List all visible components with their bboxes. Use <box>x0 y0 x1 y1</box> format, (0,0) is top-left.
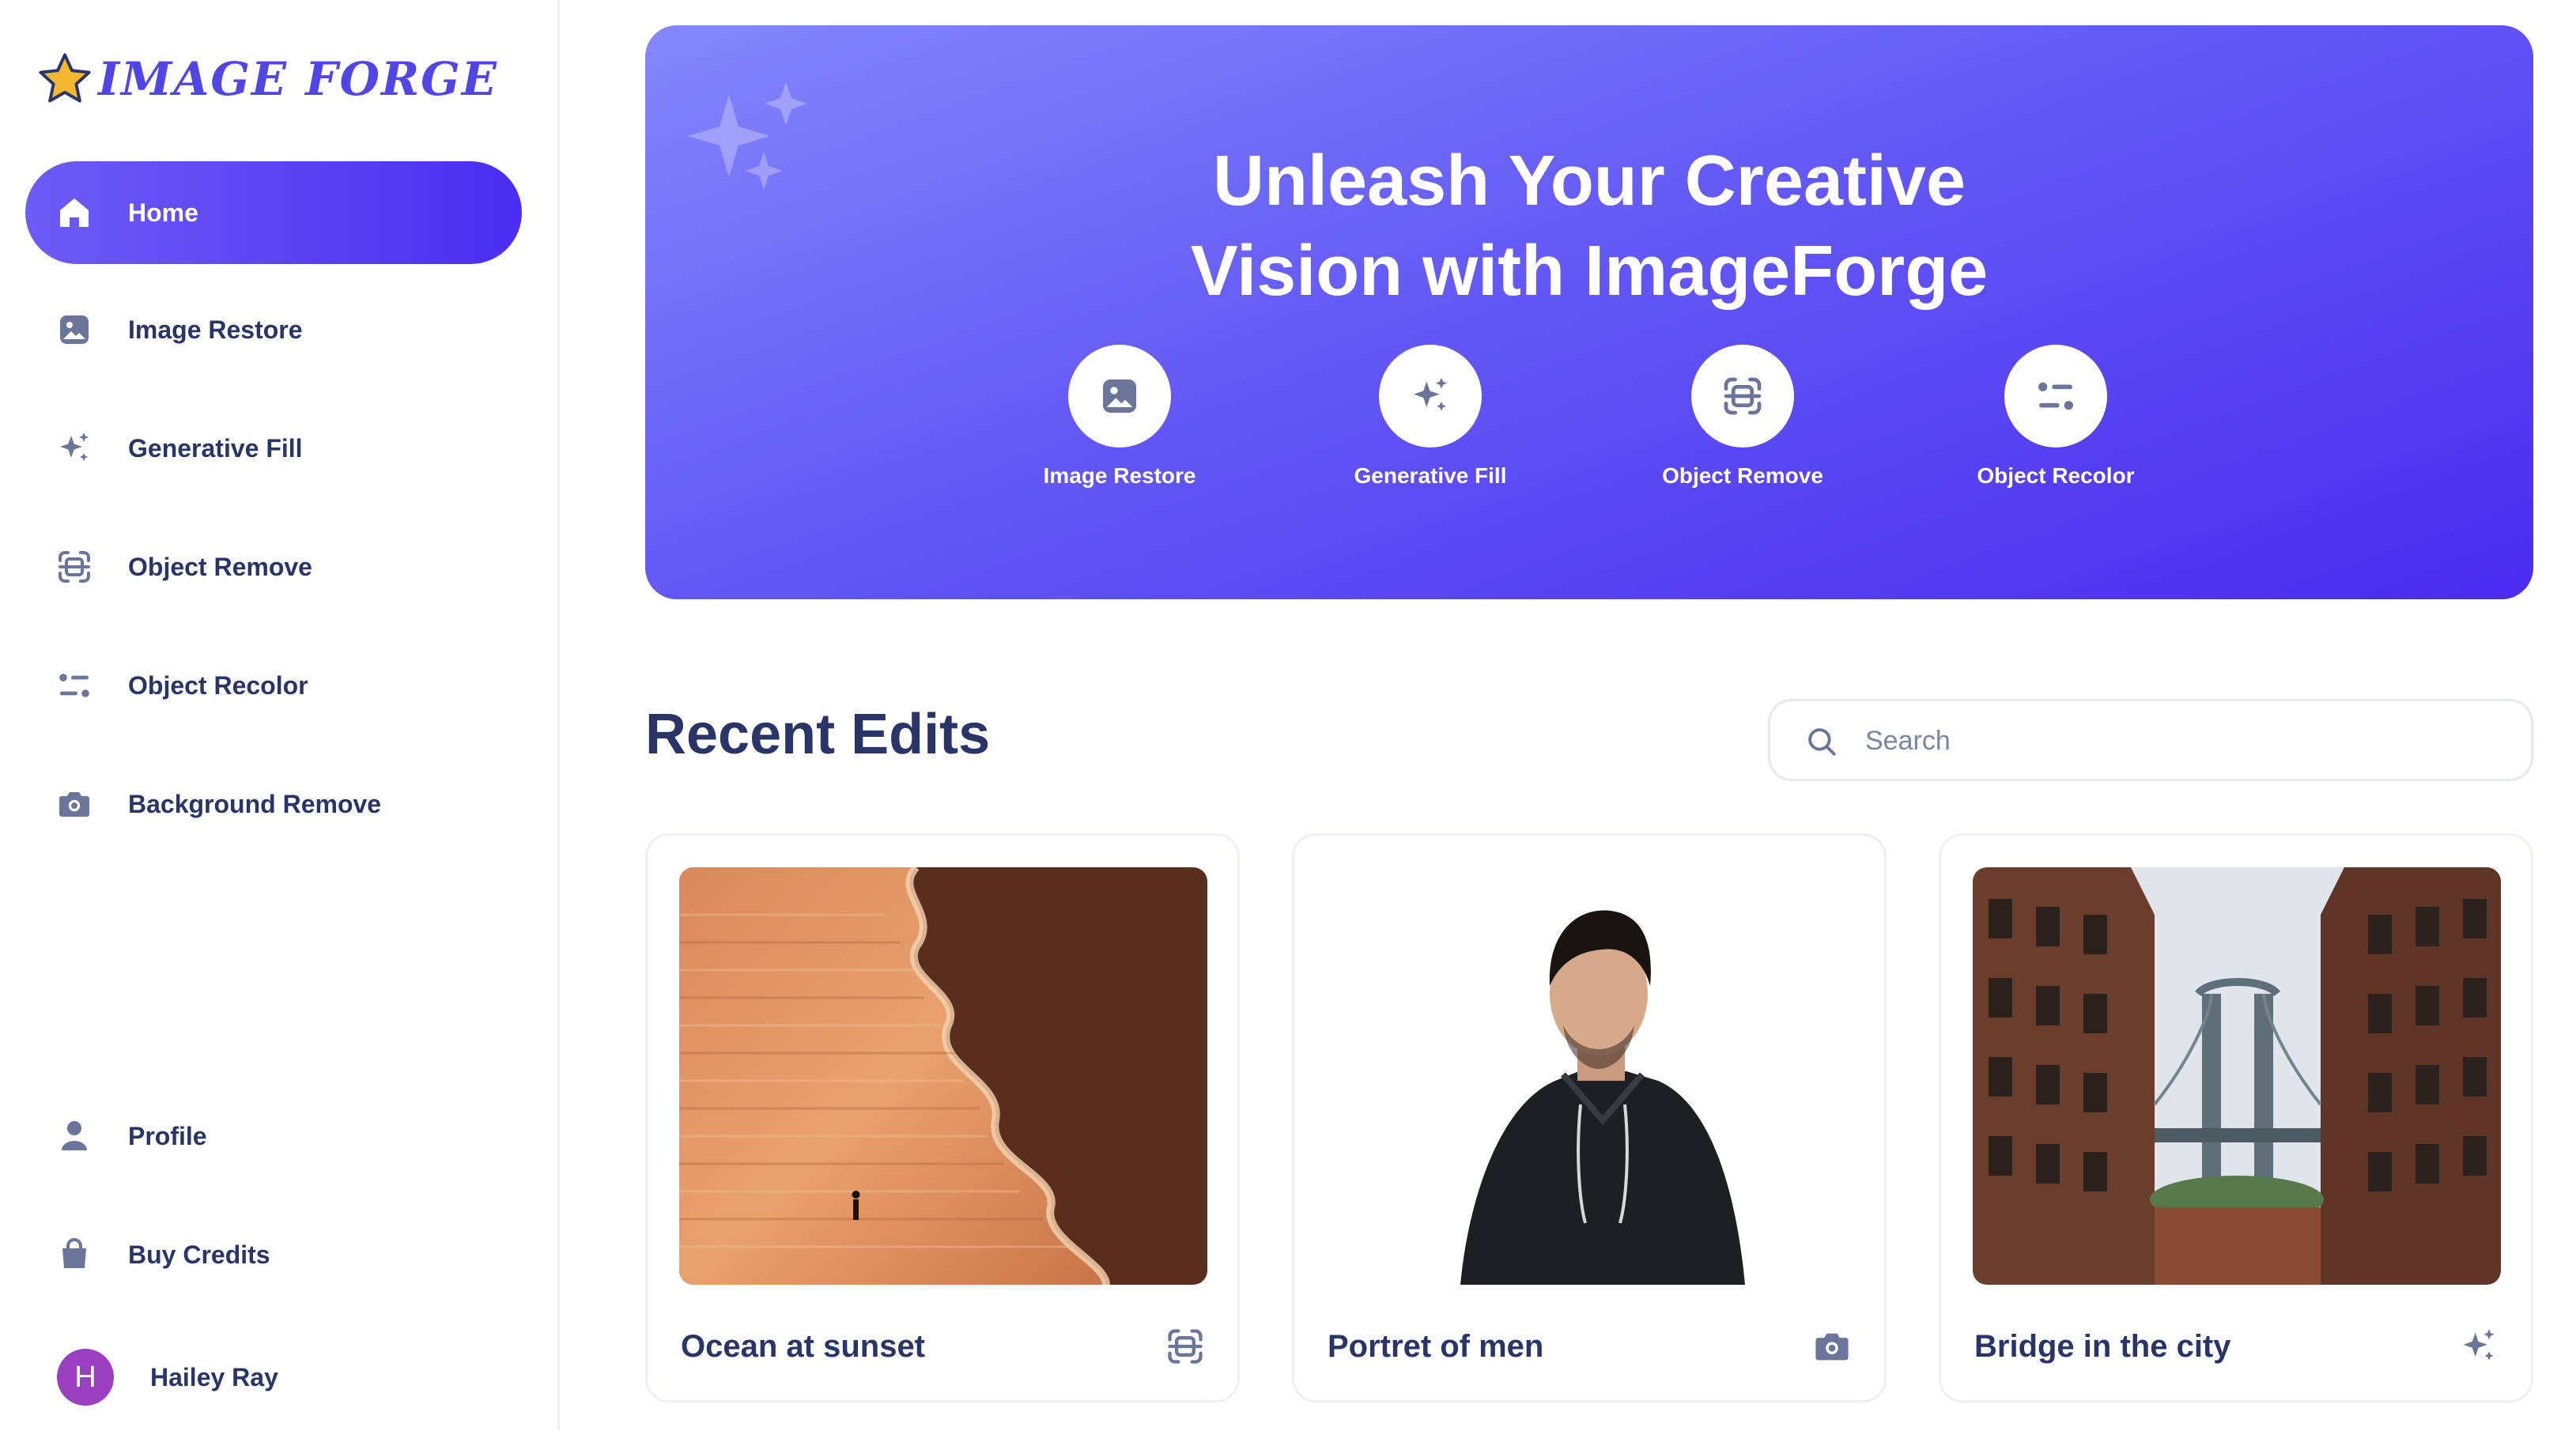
scan-object-icon <box>1724 377 1762 415</box>
sidebar-item-generative-fill[interactable]: Generative Fill <box>25 397 522 500</box>
camera-icon <box>59 792 89 817</box>
sidebar-item-label: Buy Credits <box>128 1240 270 1269</box>
recent-edit-card-bridge[interactable]: Bridge in the city <box>1939 833 2533 1403</box>
image-icon <box>1103 379 1136 413</box>
card-title: Bridge in the city <box>1974 1329 2231 1364</box>
sliders-icon <box>2038 382 2073 410</box>
card-title: Ocean at sunset <box>681 1329 926 1364</box>
sparkles-icon <box>1414 377 1447 411</box>
sidebar-item-label: Object Remove <box>128 552 312 581</box>
hero-tool-object-recolor[interactable]: Object Recolor <box>1953 345 2159 489</box>
card-image-portrait[interactable] <box>1326 867 1854 1285</box>
sidebar-item-home[interactable]: Home <box>25 161 522 264</box>
sidebar-item-label: Image Restore <box>128 315 303 344</box>
brand-name: IMAGE FORGE <box>98 52 498 106</box>
sidebar-item-image-restore[interactable]: Image Restore <box>25 278 522 381</box>
card-image-bridge[interactable] <box>1973 867 2501 1285</box>
sliders-icon <box>59 674 89 697</box>
search-box[interactable] <box>1768 699 2533 781</box>
tool-circle[interactable] <box>2004 345 2107 447</box>
hero-tool-object-remove[interactable]: Object Remove <box>1640 345 1845 489</box>
sidebar-item-label: Background Remove <box>128 789 382 818</box>
card-title: Portret of men <box>1328 1329 1544 1364</box>
star-logo-icon <box>39 53 91 103</box>
sidebar-item-label: Home <box>128 198 198 227</box>
tool-label: Object Recolor <box>1977 463 2135 488</box>
sidebar-item-background-remove[interactable]: Background Remove <box>25 753 522 855</box>
tool-circle[interactable] <box>1379 345 1482 447</box>
user-profile[interactable]: H Hailey Ray <box>57 1349 278 1406</box>
search-input[interactable] <box>1865 717 2498 765</box>
hero-title-line-2: Vision with ImageForge <box>1190 232 1989 311</box>
hero-tool-image-restore[interactable]: Image Restore <box>1017 345 1222 489</box>
tool-label: Image Restore <box>1043 463 1196 488</box>
sparkles-icon <box>60 432 89 461</box>
sidebar-item-object-recolor[interactable]: Object Recolor <box>25 634 522 737</box>
sidebar-item-profile[interactable]: Profile <box>25 1085 522 1187</box>
hero-title-line-1: Unleash Your Creative <box>1212 142 1966 221</box>
tool-label: Object Remove <box>1662 463 1823 488</box>
ocean-photo <box>679 867 1207 1285</box>
card-image-ocean[interactable] <box>679 867 1207 1285</box>
shopping-bag-icon <box>62 1238 86 1268</box>
sidebar-item-buy-credits[interactable]: Buy Credits <box>25 1203 522 1306</box>
search-icon <box>1808 728 1836 756</box>
portrait-photo <box>1326 867 1854 1285</box>
sidebar-item-label: Profile <box>128 1121 207 1150</box>
app-logo[interactable]: IMAGE FORGE <box>36 46 498 112</box>
user-name: Hailey Ray <box>150 1362 278 1391</box>
recent-edit-card-portrait[interactable]: Portret of men <box>1292 833 1887 1403</box>
recent-edit-card-ocean[interactable]: Ocean at sunset <box>645 833 1240 1403</box>
user-icon <box>62 1121 87 1150</box>
home-icon <box>60 198 89 227</box>
scan-object-icon[interactable] <box>1165 1326 1206 1367</box>
hero-tool-generative-fill[interactable]: Generative Fill <box>1328 345 1533 489</box>
hero-title: Unleash Your Creative Vision with ImageF… <box>645 136 2533 316</box>
tool-label: Generative Fill <box>1354 463 1507 488</box>
scan-object-icon <box>59 551 90 583</box>
tool-circle[interactable] <box>1068 345 1171 447</box>
bridge-photo <box>1973 867 2501 1285</box>
camera-icon[interactable] <box>1811 1326 1853 1367</box>
image-icon <box>60 315 89 344</box>
avatar: H <box>57 1349 114 1406</box>
sidebar-item-label: Object Recolor <box>128 670 308 700</box>
tool-circle[interactable] <box>1691 345 1794 447</box>
section-title-recent-edits: Recent Edits <box>645 703 991 766</box>
sidebar: IMAGE FORGE Home Image Restore Generativ… <box>0 0 560 1431</box>
sidebar-item-label: Generative Fill <box>128 433 303 463</box>
sparkles-icon[interactable] <box>2458 1326 2499 1367</box>
sidebar-item-object-remove[interactable]: Object Remove <box>25 515 522 618</box>
hero-banner: Unleash Your Creative Vision with ImageF… <box>645 25 2533 599</box>
